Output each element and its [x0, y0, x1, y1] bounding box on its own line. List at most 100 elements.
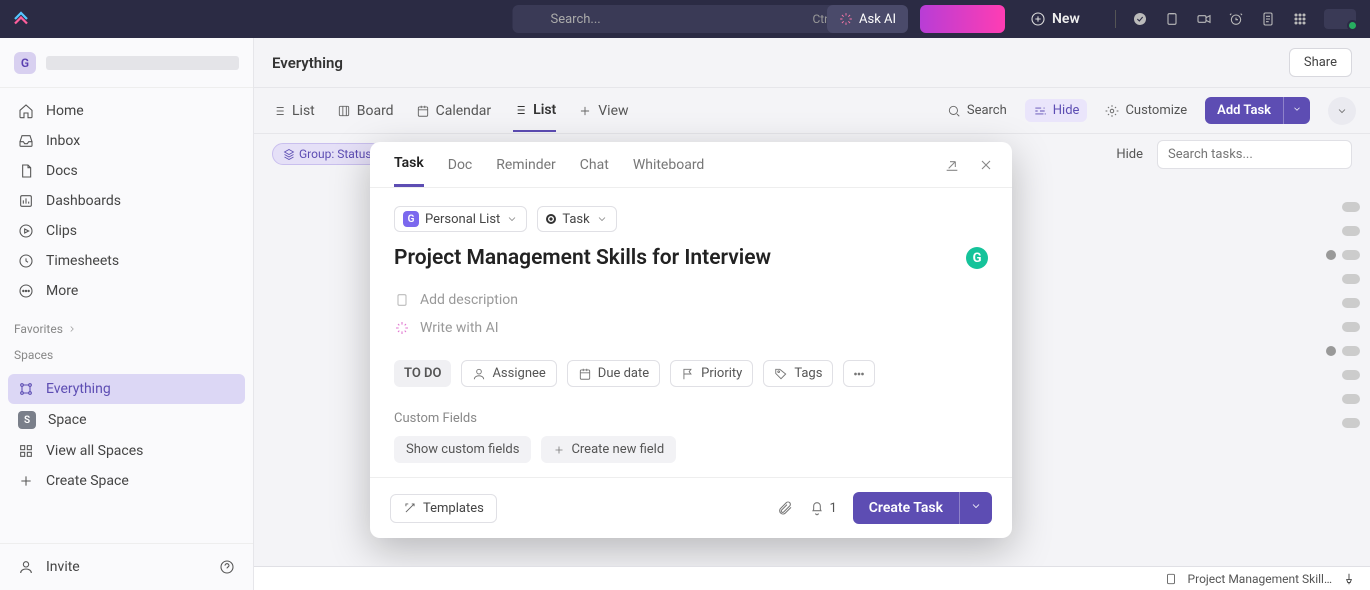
clipboard-icon[interactable]	[1164, 11, 1180, 27]
search-tasks-input[interactable]	[1157, 140, 1352, 169]
chevron-down-icon	[506, 213, 518, 225]
ai-placeholder: Write with AI	[420, 320, 499, 336]
toolbar-hide[interactable]: Hide	[1025, 99, 1088, 122]
show-custom-fields[interactable]: Show custom fields	[394, 436, 531, 463]
priority-chip[interactable]: Priority	[670, 360, 753, 387]
favorites-section[interactable]: Favorites	[0, 314, 253, 340]
watchers[interactable]: 1	[809, 500, 836, 516]
tags-chip[interactable]: Tags	[763, 360, 833, 387]
user-avatar[interactable]	[1324, 9, 1356, 29]
chip-label: Assignee	[492, 366, 545, 381]
view-all-spaces[interactable]: View all Spaces	[8, 436, 245, 466]
create-task-modal: Task Doc Reminder Chat Whiteboard G Pers…	[370, 142, 1012, 538]
add-description[interactable]: Add description	[394, 286, 988, 314]
add-view[interactable]: View	[578, 91, 628, 131]
ask-ai-button[interactable]: Ask AI	[827, 5, 908, 33]
share-button[interactable]: Share	[1289, 48, 1352, 77]
calendar-icon	[578, 367, 592, 381]
expand-icon[interactable]	[944, 157, 960, 173]
section-label-text: Favorites	[14, 322, 63, 336]
add-task-button[interactable]: Add Task	[1205, 97, 1283, 124]
task-properties: TO DO Assignee Due date Priority Tags	[394, 360, 988, 387]
view-tab-list-active[interactable]: List	[513, 90, 556, 132]
pin-icon[interactable]	[1342, 572, 1356, 586]
modal-body: G Personal List Task Project Management …	[370, 188, 1012, 477]
modal-tab-chat[interactable]: Chat	[580, 144, 609, 186]
toolbar-customize[interactable]: Customize	[1105, 103, 1187, 118]
write-with-ai[interactable]: Write with AI	[394, 314, 988, 342]
grammarly-icon[interactable]: G	[966, 247, 988, 269]
chip-label: Priority	[701, 366, 742, 381]
view-tab-calendar[interactable]: Calendar	[416, 91, 492, 131]
gear-icon	[1105, 104, 1119, 118]
attachment-icon[interactable]	[777, 500, 793, 516]
record-icon	[546, 214, 556, 224]
modal-tab-reminder[interactable]: Reminder	[496, 144, 556, 186]
nav-docs[interactable]: Docs	[8, 156, 245, 186]
nav-label: More	[46, 283, 78, 299]
draft-title[interactable]: Project Management Skill…	[1188, 572, 1332, 586]
modal-tab-doc[interactable]: Doc	[448, 144, 473, 186]
list-avatar: G	[403, 211, 419, 227]
nav-label: Timesheets	[46, 253, 119, 269]
apps-grid-icon[interactable]	[1292, 11, 1308, 27]
create-space[interactable]: Create Space	[8, 466, 245, 496]
view-tab-list[interactable]: List	[272, 91, 315, 131]
location-list-label: Personal List	[425, 212, 500, 227]
check-circle-icon[interactable]	[1132, 11, 1148, 27]
sidebar: G Home Inbox Docs Dashboards Clips Times…	[0, 38, 254, 590]
modal-tab-whiteboard[interactable]: Whiteboard	[633, 144, 705, 186]
create-task-button[interactable]: Create Task	[853, 492, 959, 524]
status-chip[interactable]: TO DO	[394, 360, 451, 387]
nav-dashboards[interactable]: Dashboards	[8, 186, 245, 216]
duedate-chip[interactable]: Due date	[567, 360, 660, 387]
templates-button[interactable]: Templates	[390, 494, 497, 523]
modal-footer: Templates 1 Create Task	[370, 477, 1012, 538]
more-props-chip[interactable]	[843, 360, 875, 387]
cf-label: Create new field	[571, 442, 664, 457]
nav-clips[interactable]: Clips	[8, 216, 245, 246]
alarm-icon[interactable]	[1228, 11, 1244, 27]
topbar-icons	[1115, 9, 1356, 29]
close-icon[interactable]	[978, 157, 994, 173]
space-everything[interactable]: Everything	[8, 374, 245, 404]
calendar-icon	[416, 104, 430, 118]
invite-button[interactable]: Invite	[8, 552, 245, 582]
nav-more[interactable]: More	[8, 276, 245, 306]
add-task-dropdown[interactable]	[1283, 97, 1310, 124]
create-custom-field[interactable]: Create new field	[541, 436, 676, 463]
custom-fields-row: Show custom fields Create new field	[394, 436, 988, 463]
network-icon	[18, 381, 34, 397]
location-list-chip[interactable]: G Personal List	[394, 206, 527, 232]
group-chip[interactable]: Group: Status	[272, 143, 383, 165]
task-type-chip[interactable]: Task	[537, 206, 616, 232]
group-label: Group: Status	[299, 147, 372, 161]
more-options-button[interactable]	[1328, 97, 1356, 125]
bg-list-placeholder	[1040, 188, 1360, 442]
filter-hide[interactable]: Hide	[1116, 147, 1143, 162]
global-search[interactable]: Search... Ctrl+K	[513, 5, 858, 33]
video-icon[interactable]	[1196, 11, 1212, 27]
nav-home[interactable]: Home	[8, 96, 245, 126]
divider	[1115, 10, 1116, 28]
section-label-text: Spaces	[14, 348, 53, 362]
toolbar-search[interactable]: Search	[947, 103, 1007, 118]
space-item[interactable]: SSpace	[8, 404, 245, 436]
nav-timesheets[interactable]: Timesheets	[8, 246, 245, 276]
plus-circle-icon	[1030, 11, 1046, 27]
nav-inbox[interactable]: Inbox	[8, 126, 245, 156]
nav-label: Clips	[46, 223, 77, 239]
upgrade-button[interactable]	[920, 5, 1005, 33]
view-tab-board[interactable]: Board	[337, 91, 394, 131]
more-icon	[18, 283, 34, 299]
create-task-dropdown[interactable]	[959, 492, 992, 524]
new-button[interactable]: New	[1030, 11, 1080, 27]
footer-right: 1 Create Task	[777, 492, 992, 524]
notepad-icon[interactable]	[1260, 11, 1276, 27]
location-row: G Personal List Task	[394, 206, 988, 232]
workspace-switcher[interactable]: G	[0, 38, 253, 88]
help-icon[interactable]	[219, 559, 235, 575]
assignee-chip[interactable]: Assignee	[461, 360, 556, 387]
modal-tab-task[interactable]: Task	[394, 142, 424, 187]
task-title-input[interactable]: Project Management Skills for Interview	[394, 246, 771, 270]
